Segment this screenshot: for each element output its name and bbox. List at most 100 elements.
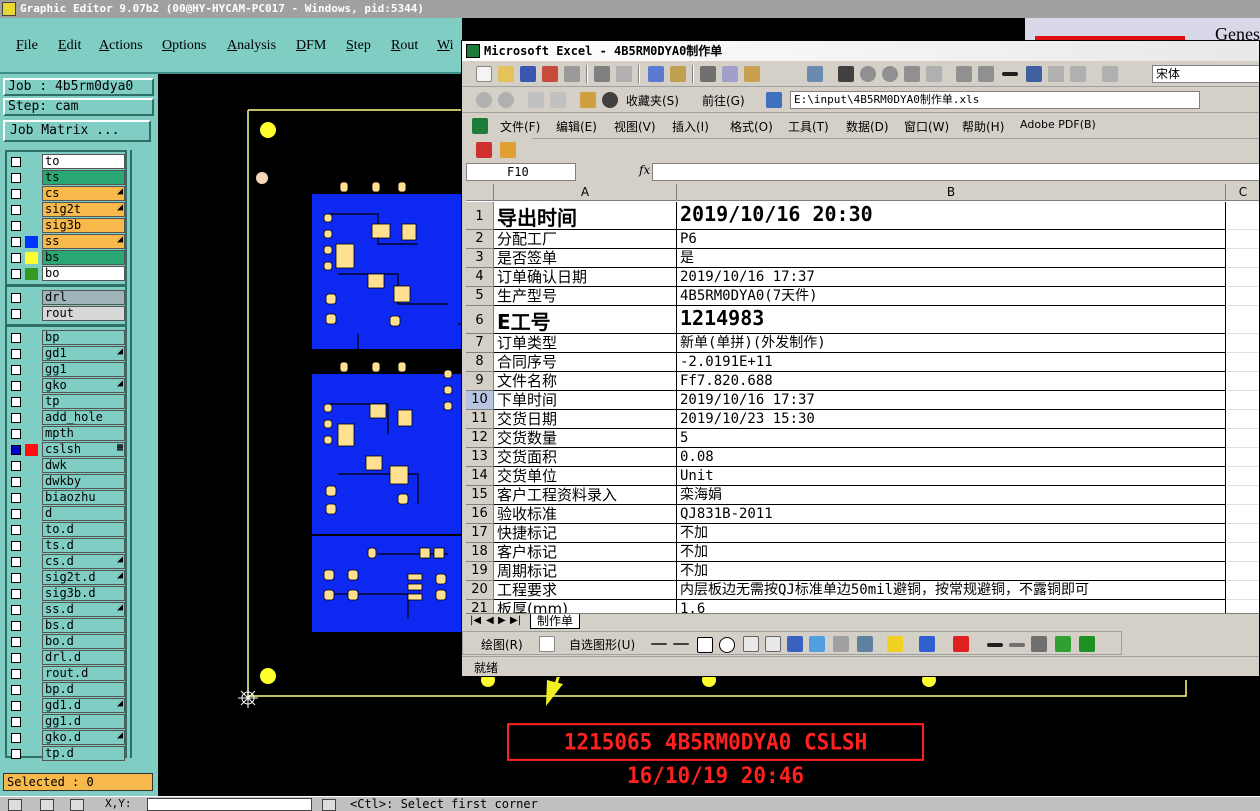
layer-name[interactable]: cslsh <box>42 442 125 457</box>
select-all-corner[interactable] <box>466 184 494 201</box>
layer-name[interactable]: biaozhu <box>42 490 125 505</box>
layer-name[interactable]: add_hole <box>42 410 125 425</box>
layer-name[interactable]: cs.d <box>42 554 125 569</box>
save-icon[interactable] <box>520 66 536 82</box>
layer-name[interactable]: bo <box>42 266 125 281</box>
cell-b[interactable]: 2019/10/23 15:30 <box>677 410 1226 429</box>
shape-icon[interactable] <box>860 66 876 82</box>
cell-b[interactable]: P6 <box>677 230 1226 249</box>
bottom-cursor-button[interactable] <box>322 799 336 811</box>
font-color-icon[interactable] <box>953 636 969 652</box>
cell-c[interactable] <box>1226 334 1259 353</box>
cell-b[interactable]: 不加 <box>677 543 1226 562</box>
textbox-icon[interactable] <box>743 636 759 652</box>
layer-checkbox[interactable] <box>11 525 21 535</box>
cell-b[interactable]: 0.08 <box>677 448 1226 467</box>
arrow-style-icon[interactable] <box>1031 636 1047 652</box>
row-header[interactable]: 7 <box>466 334 494 353</box>
align-icon[interactable] <box>956 66 972 82</box>
cell-b[interactable]: Unit <box>677 467 1226 486</box>
column-header-b[interactable]: B <box>677 184 1226 201</box>
cell-a[interactable]: 交货单位 <box>494 467 677 486</box>
cell-c[interactable] <box>1226 391 1259 410</box>
cell-c[interactable] <box>1226 353 1259 372</box>
email-icon[interactable] <box>564 66 580 82</box>
cell-a[interactable]: 合同序号 <box>494 353 677 372</box>
menu-window[interactable]: Wi <box>437 38 454 54</box>
cell-b[interactable]: 栾海娟 <box>677 486 1226 505</box>
cut-icon[interactable] <box>700 66 716 82</box>
cell-c[interactable] <box>1226 448 1259 467</box>
copy-icon[interactable] <box>722 66 738 82</box>
layer-row[interactable]: gd1.d ◢ <box>7 698 127 714</box>
clipart-icon[interactable] <box>833 636 849 652</box>
layer-name[interactable]: tp <box>42 394 125 409</box>
layer-checkbox[interactable] <box>11 701 21 711</box>
layer-row[interactable]: tp <box>7 394 127 410</box>
layer-row[interactable]: ts.d <box>7 538 127 554</box>
show-only-web-icon[interactable] <box>766 92 782 108</box>
layer-name[interactable]: bp <box>42 330 125 345</box>
cell-c[interactable] <box>1226 505 1259 524</box>
layer-row[interactable]: gko ◢ <box>7 378 127 394</box>
layer-checkbox[interactable] <box>11 221 21 231</box>
layer-name[interactable]: gg1.d <box>42 714 125 729</box>
cell-c[interactable] <box>1226 486 1259 505</box>
paste-icon[interactable] <box>744 66 760 82</box>
row-header[interactable]: 3 <box>466 249 494 268</box>
layer-row[interactable]: dwkby <box>7 474 127 490</box>
3d-icon[interactable] <box>1079 636 1095 652</box>
pdf-convert-icon[interactable] <box>476 142 492 158</box>
layer-row[interactable]: rout.d <box>7 666 127 682</box>
forward-icon[interactable] <box>498 92 514 108</box>
menu-file[interactable]: File <box>16 38 38 54</box>
worksheet-grid[interactable]: A B C 1 导出时间 2019/10/16 20:30 2 分配工厂 P6 3 是否签单是… <box>466 184 1259 613</box>
cell-c[interactable] <box>1226 202 1259 230</box>
diagram-icon[interactable] <box>809 636 825 652</box>
layer-name[interactable]: to <box>42 154 125 169</box>
tool-icon[interactable] <box>1048 66 1064 82</box>
layer-row[interactable]: d <box>7 506 127 522</box>
layer-checkbox[interactable] <box>11 461 21 471</box>
layer-row[interactable]: mpth <box>7 426 127 442</box>
layer-row[interactable]: to.d <box>7 522 127 538</box>
row-header[interactable]: 16 <box>466 505 494 524</box>
menu-rout[interactable]: Rout <box>391 38 418 54</box>
refresh-icon[interactable] <box>550 92 566 108</box>
layer-row[interactable]: cslsh ▦ <box>7 442 127 458</box>
prev-sheet-icon[interactable]: ◀ <box>486 615 494 626</box>
layer-row[interactable]: sig2t ◢ <box>7 202 127 218</box>
stop-icon[interactable] <box>528 92 544 108</box>
cell-a[interactable]: 交货面积 <box>494 448 677 467</box>
cell-b[interactable]: QJ831B-2011 <box>677 505 1226 524</box>
layer-row[interactable]: bo.d <box>7 634 127 650</box>
layer-row[interactable]: bo <box>7 266 127 282</box>
layer-row[interactable]: bp <box>7 330 127 346</box>
cell-b[interactable]: 内层板边无需按QJ标准单边50mil避铜，按常规避铜，不露铜即可 <box>677 581 1226 600</box>
cell-a[interactable]: 交货数量 <box>494 429 677 448</box>
layer-checkbox[interactable] <box>11 509 21 519</box>
shape-icon[interactable] <box>926 66 942 82</box>
print-preview-icon[interactable] <box>616 66 632 82</box>
last-sheet-icon[interactable]: ▶| <box>510 615 521 626</box>
cell-c[interactable] <box>1226 543 1259 562</box>
menu-edit[interactable]: 编辑(E) <box>556 118 597 135</box>
align-icon[interactable] <box>978 66 994 82</box>
cell-a[interactable]: 周期标记 <box>494 562 677 581</box>
layer-row[interactable]: add_hole <box>7 410 127 426</box>
row-header[interactable]: 13 <box>466 448 494 467</box>
tool-icon[interactable] <box>1070 66 1086 82</box>
layer-row[interactable]: bp.d <box>7 682 127 698</box>
layer-name[interactable]: rout <box>42 306 125 321</box>
layer-checkbox[interactable] <box>11 157 21 167</box>
shadow-icon[interactable] <box>1055 636 1071 652</box>
cell-a[interactable]: 导出时间 <box>494 202 677 230</box>
bottom-tool-button[interactable] <box>8 799 22 811</box>
cell-b[interactable]: 是 <box>677 249 1226 268</box>
layer-name[interactable]: mpth <box>42 426 125 441</box>
menu-analysis[interactable]: Analysis <box>227 38 276 54</box>
layer-list-scrollbar[interactable] <box>130 150 152 758</box>
row-header[interactable]: 4 <box>466 268 494 287</box>
layer-name[interactable]: gd1 <box>42 346 125 361</box>
layer-name[interactable]: gko <box>42 378 125 393</box>
